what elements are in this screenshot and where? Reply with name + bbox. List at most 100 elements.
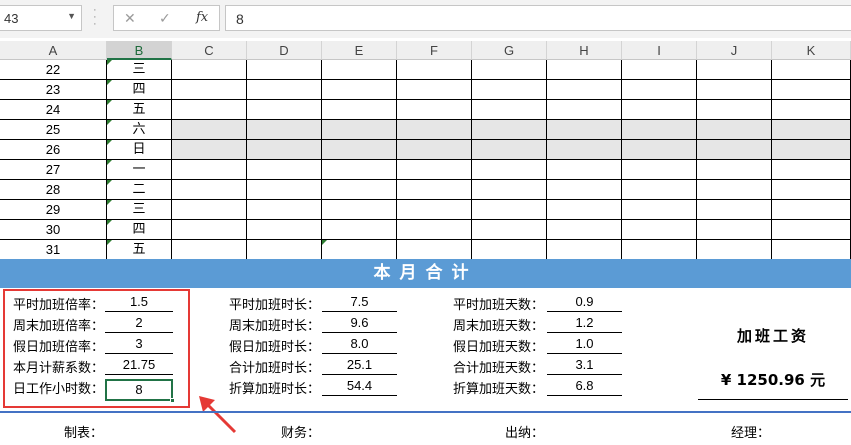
table-cell[interactable] <box>697 160 772 180</box>
table-cell[interactable] <box>772 60 851 80</box>
table-cell[interactable] <box>472 220 547 240</box>
day-cell[interactable]: 27 <box>0 160 107 180</box>
column-header-j[interactable]: J <box>697 41 772 60</box>
table-cell[interactable] <box>772 160 851 180</box>
weekday-cell[interactable]: 五 <box>107 100 172 120</box>
weekday-cell[interactable]: 日 <box>107 140 172 160</box>
table-cell[interactable] <box>697 100 772 120</box>
table-cell[interactable] <box>247 160 322 180</box>
days-value[interactable]: 1.2 <box>547 313 622 333</box>
days-value[interactable]: 1.0 <box>547 334 622 354</box>
table-cell[interactable] <box>697 80 772 100</box>
hours-value[interactable]: 9.6 <box>322 313 397 333</box>
table-cell[interactable] <box>397 100 472 120</box>
table-cell[interactable] <box>322 160 397 180</box>
table-cell[interactable] <box>772 220 851 240</box>
table-cell[interactable] <box>172 240 247 260</box>
table-cell[interactable] <box>397 240 472 260</box>
table-cell[interactable] <box>622 200 697 220</box>
table-cell[interactable] <box>772 140 851 160</box>
table-cell[interactable] <box>547 180 622 200</box>
column-header-c[interactable]: C <box>172 41 247 60</box>
column-header-g[interactable]: G <box>472 41 547 60</box>
table-cell[interactable] <box>247 140 322 160</box>
table-cell[interactable] <box>472 100 547 120</box>
table-cell[interactable] <box>622 180 697 200</box>
table-cell[interactable] <box>397 160 472 180</box>
table-cell[interactable] <box>547 100 622 120</box>
table-cell[interactable] <box>547 240 622 260</box>
day-cell[interactable]: 24 <box>0 100 107 120</box>
table-cell[interactable] <box>772 100 851 120</box>
name-box[interactable]: 43 ▼ <box>0 5 82 31</box>
table-cell[interactable] <box>172 180 247 200</box>
insert-function-icon[interactable]: fx <box>196 10 208 25</box>
column-header-b[interactable]: B <box>107 41 172 60</box>
table-cell[interactable] <box>322 220 397 240</box>
table-cell[interactable] <box>622 240 697 260</box>
table-cell[interactable] <box>622 140 697 160</box>
days-value[interactable]: 3.1 <box>547 355 622 375</box>
column-header-h[interactable]: H <box>547 41 622 60</box>
day-cell[interactable]: 30 <box>0 220 107 240</box>
table-cell[interactable] <box>472 240 547 260</box>
weekday-cell[interactable]: 一 <box>107 160 172 180</box>
table-cell[interactable] <box>697 220 772 240</box>
table-cell[interactable] <box>772 240 851 260</box>
table-cell[interactable] <box>547 200 622 220</box>
table-cell[interactable] <box>772 180 851 200</box>
table-cell[interactable] <box>172 140 247 160</box>
table-cell[interactable] <box>622 100 697 120</box>
column-header-k[interactable]: K <box>772 41 851 60</box>
table-cell[interactable] <box>772 80 851 100</box>
hours-value[interactable]: 7.5 <box>322 292 397 312</box>
table-cell[interactable] <box>172 220 247 240</box>
column-header-i[interactable]: I <box>622 41 697 60</box>
table-cell[interactable] <box>172 100 247 120</box>
day-cell[interactable]: 22 <box>0 60 107 80</box>
table-cell[interactable] <box>322 200 397 220</box>
table-cell[interactable] <box>247 100 322 120</box>
table-cell[interactable] <box>472 160 547 180</box>
table-cell[interactable] <box>547 80 622 100</box>
table-cell[interactable] <box>172 160 247 180</box>
table-cell[interactable] <box>322 80 397 100</box>
table-cell[interactable] <box>247 120 322 140</box>
table-cell[interactable] <box>547 60 622 80</box>
table-cell[interactable] <box>622 220 697 240</box>
table-cell[interactable] <box>172 120 247 140</box>
drag-handle-icon[interactable]: · · · <box>93 5 99 30</box>
table-cell[interactable] <box>697 200 772 220</box>
table-cell[interactable] <box>322 60 397 80</box>
table-cell[interactable] <box>397 220 472 240</box>
hours-value[interactable]: 54.4 <box>322 376 397 396</box>
day-cell[interactable]: 26 <box>0 140 107 160</box>
table-cell[interactable] <box>472 60 547 80</box>
table-cell[interactable] <box>247 200 322 220</box>
table-cell[interactable] <box>247 240 322 260</box>
column-header-a[interactable]: A <box>0 41 107 60</box>
table-cell[interactable] <box>397 200 472 220</box>
table-cell[interactable] <box>622 80 697 100</box>
days-value[interactable]: 6.8 <box>547 376 622 396</box>
table-cell[interactable] <box>697 120 772 140</box>
weekday-cell[interactable]: 五 <box>107 240 172 260</box>
weekday-cell[interactable]: 四 <box>107 80 172 100</box>
table-cell[interactable] <box>472 140 547 160</box>
cancel-icon[interactable]: ✕ <box>124 10 136 27</box>
table-cell[interactable] <box>322 100 397 120</box>
table-cell[interactable] <box>697 240 772 260</box>
weekday-cell[interactable]: 四 <box>107 220 172 240</box>
column-header-d[interactable]: D <box>247 41 322 60</box>
formula-input[interactable]: 8 <box>225 5 851 31</box>
weekday-cell[interactable]: 六 <box>107 120 172 140</box>
table-cell[interactable] <box>697 60 772 80</box>
weekday-cell[interactable]: 三 <box>107 60 172 80</box>
table-cell[interactable] <box>547 140 622 160</box>
table-cell[interactable] <box>322 240 397 260</box>
table-cell[interactable] <box>397 140 472 160</box>
enter-icon[interactable]: ✓ <box>159 10 171 27</box>
table-cell[interactable] <box>472 180 547 200</box>
days-value[interactable]: 0.9 <box>547 292 622 312</box>
day-cell[interactable]: 28 <box>0 180 107 200</box>
